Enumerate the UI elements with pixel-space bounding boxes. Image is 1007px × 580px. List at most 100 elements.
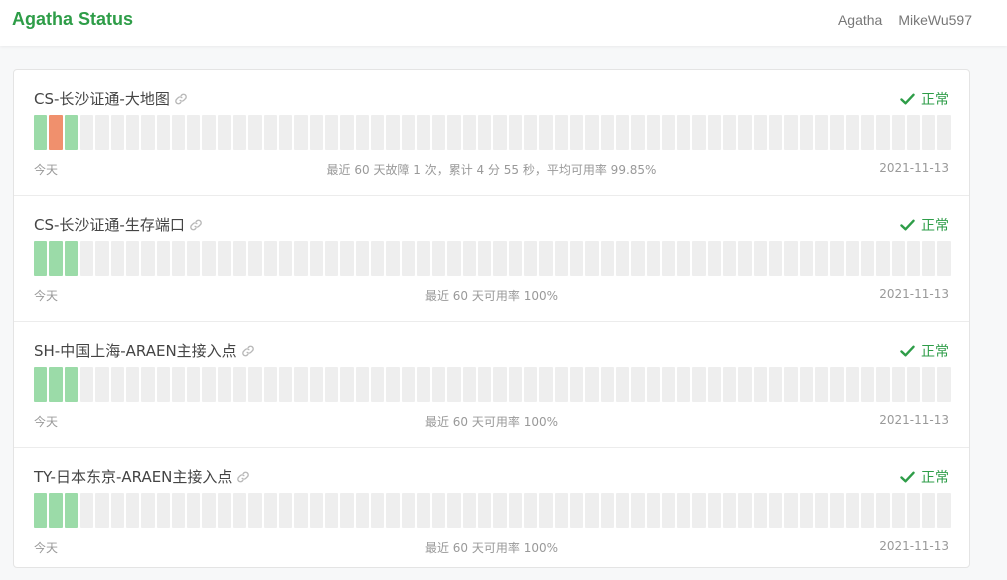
uptime-bar-empty[interactable] [370, 493, 385, 528]
uptime-bar-empty[interactable] [646, 493, 660, 528]
uptime-bar-empty[interactable] [447, 241, 461, 276]
uptime-bar-empty[interactable] [416, 241, 431, 276]
uptime-bar-empty[interactable] [233, 115, 247, 150]
uptime-bar-empty[interactable] [95, 241, 109, 276]
uptime-bar-empty[interactable] [493, 241, 507, 276]
uptime-bar-empty[interactable] [723, 241, 737, 276]
uptime-bar-empty[interactable] [615, 493, 630, 528]
uptime-bar-empty[interactable] [906, 367, 921, 402]
uptime-bar-empty[interactable] [294, 241, 308, 276]
uptime-bar-empty[interactable] [615, 115, 630, 150]
uptime-bar-empty[interactable] [386, 115, 400, 150]
uptime-bar-empty[interactable] [141, 367, 155, 402]
uptime-bar-empty[interactable] [401, 241, 415, 276]
uptime-bar-empty[interactable] [922, 115, 936, 150]
uptime-bar-empty[interactable] [646, 241, 660, 276]
uptime-bar-empty[interactable] [569, 493, 584, 528]
uptime-bar-empty[interactable] [799, 241, 813, 276]
uptime-bar-empty[interactable] [370, 367, 385, 402]
uptime-bar-empty[interactable] [370, 115, 385, 150]
uptime-bar-empty[interactable] [279, 241, 293, 276]
uptime-bar-empty[interactable] [156, 493, 170, 528]
uptime-bar-empty[interactable] [876, 367, 890, 402]
uptime-bar-empty[interactable] [585, 367, 599, 402]
uptime-bar-empty[interactable] [784, 367, 798, 402]
uptime-bar-empty[interactable] [340, 493, 354, 528]
uptime-bar-empty[interactable] [922, 493, 936, 528]
uptime-bar-empty[interactable] [799, 115, 813, 150]
uptime-bar-empty[interactable] [95, 115, 109, 150]
uptime-bar-empty[interactable] [631, 493, 645, 528]
uptime-bar-empty[interactable] [937, 115, 951, 150]
nav-link-mikewu597[interactable]: MikeWu597 [898, 12, 972, 28]
uptime-bar-empty[interactable] [769, 241, 783, 276]
uptime-bar-empty[interactable] [524, 367, 538, 402]
uptime-bar-empty[interactable] [845, 367, 859, 402]
uptime-bar-empty[interactable] [738, 367, 752, 402]
uptime-bar-empty[interactable] [432, 367, 446, 402]
uptime-bar-empty[interactable] [723, 367, 737, 402]
uptime-bar-empty[interactable] [187, 493, 201, 528]
uptime-bar-empty[interactable] [814, 115, 829, 150]
uptime-bar-empty[interactable] [447, 367, 461, 402]
uptime-bar-empty[interactable] [187, 115, 201, 150]
uptime-bar-empty[interactable] [294, 367, 308, 402]
uptime-bar-empty[interactable] [202, 493, 216, 528]
uptime-bar-empty[interactable] [447, 493, 461, 528]
uptime-bar-empty[interactable] [906, 115, 921, 150]
uptime-bar-empty[interactable] [432, 241, 446, 276]
uptime-bar-empty[interactable] [309, 367, 323, 402]
uptime-bar-empty[interactable] [110, 241, 124, 276]
uptime-bar-empty[interactable] [340, 241, 354, 276]
uptime-bar-empty[interactable] [922, 241, 936, 276]
uptime-bar-empty[interactable] [279, 115, 293, 150]
uptime-bar-empty[interactable] [569, 115, 584, 150]
uptime-bar-empty[interactable] [370, 241, 385, 276]
uptime-bar-empty[interactable] [631, 367, 645, 402]
uptime-bar-up[interactable] [64, 367, 78, 402]
uptime-bar-empty[interactable] [340, 367, 354, 402]
uptime-bar-empty[interactable] [692, 115, 706, 150]
uptime-bar-empty[interactable] [462, 241, 477, 276]
uptime-bar-empty[interactable] [585, 115, 599, 150]
uptime-bar-empty[interactable] [294, 493, 308, 528]
uptime-bar-empty[interactable] [876, 115, 890, 150]
uptime-bar-empty[interactable] [569, 367, 584, 402]
uptime-bar-empty[interactable] [524, 493, 538, 528]
uptime-bar-empty[interactable] [784, 493, 798, 528]
uptime-bar-empty[interactable] [309, 241, 323, 276]
uptime-bar-empty[interactable] [799, 367, 813, 402]
uptime-bar-empty[interactable] [462, 367, 477, 402]
uptime-bar-empty[interactable] [799, 493, 813, 528]
uptime-bar-empty[interactable] [937, 367, 951, 402]
uptime-bar-empty[interactable] [631, 115, 645, 150]
uptime-bar-empty[interactable] [110, 367, 124, 402]
uptime-bar-empty[interactable] [79, 367, 94, 402]
uptime-bar-empty[interactable] [661, 241, 676, 276]
uptime-bar-empty[interactable] [386, 493, 400, 528]
uptime-bar-empty[interactable] [646, 367, 660, 402]
uptime-bar-empty[interactable] [661, 493, 676, 528]
uptime-bar-empty[interactable] [294, 115, 308, 150]
uptime-bar-empty[interactable] [600, 493, 614, 528]
uptime-bar-empty[interactable] [707, 241, 722, 276]
uptime-bar-up[interactable] [34, 493, 48, 528]
uptime-bar-empty[interactable] [386, 241, 400, 276]
uptime-bar-empty[interactable] [554, 493, 568, 528]
uptime-bar-empty[interactable] [860, 115, 875, 150]
uptime-bar-up[interactable] [49, 493, 63, 528]
uptime-bar-empty[interactable] [401, 115, 415, 150]
uptime-bar-empty[interactable] [125, 241, 140, 276]
uptime-bar-empty[interactable] [171, 367, 186, 402]
uptime-bar-empty[interactable] [753, 115, 767, 150]
uptime-bar-empty[interactable] [324, 241, 339, 276]
nav-link-agatha[interactable]: Agatha [838, 12, 882, 28]
uptime-bar-empty[interactable] [845, 493, 859, 528]
uptime-bar-up[interactable] [49, 367, 63, 402]
uptime-bar-empty[interactable] [738, 241, 752, 276]
uptime-bar-empty[interactable] [738, 115, 752, 150]
uptime-bar-up[interactable] [34, 367, 48, 402]
uptime-bar-empty[interactable] [830, 241, 844, 276]
uptime-bar-empty[interactable] [937, 241, 951, 276]
uptime-bar-empty[interactable] [355, 115, 369, 150]
